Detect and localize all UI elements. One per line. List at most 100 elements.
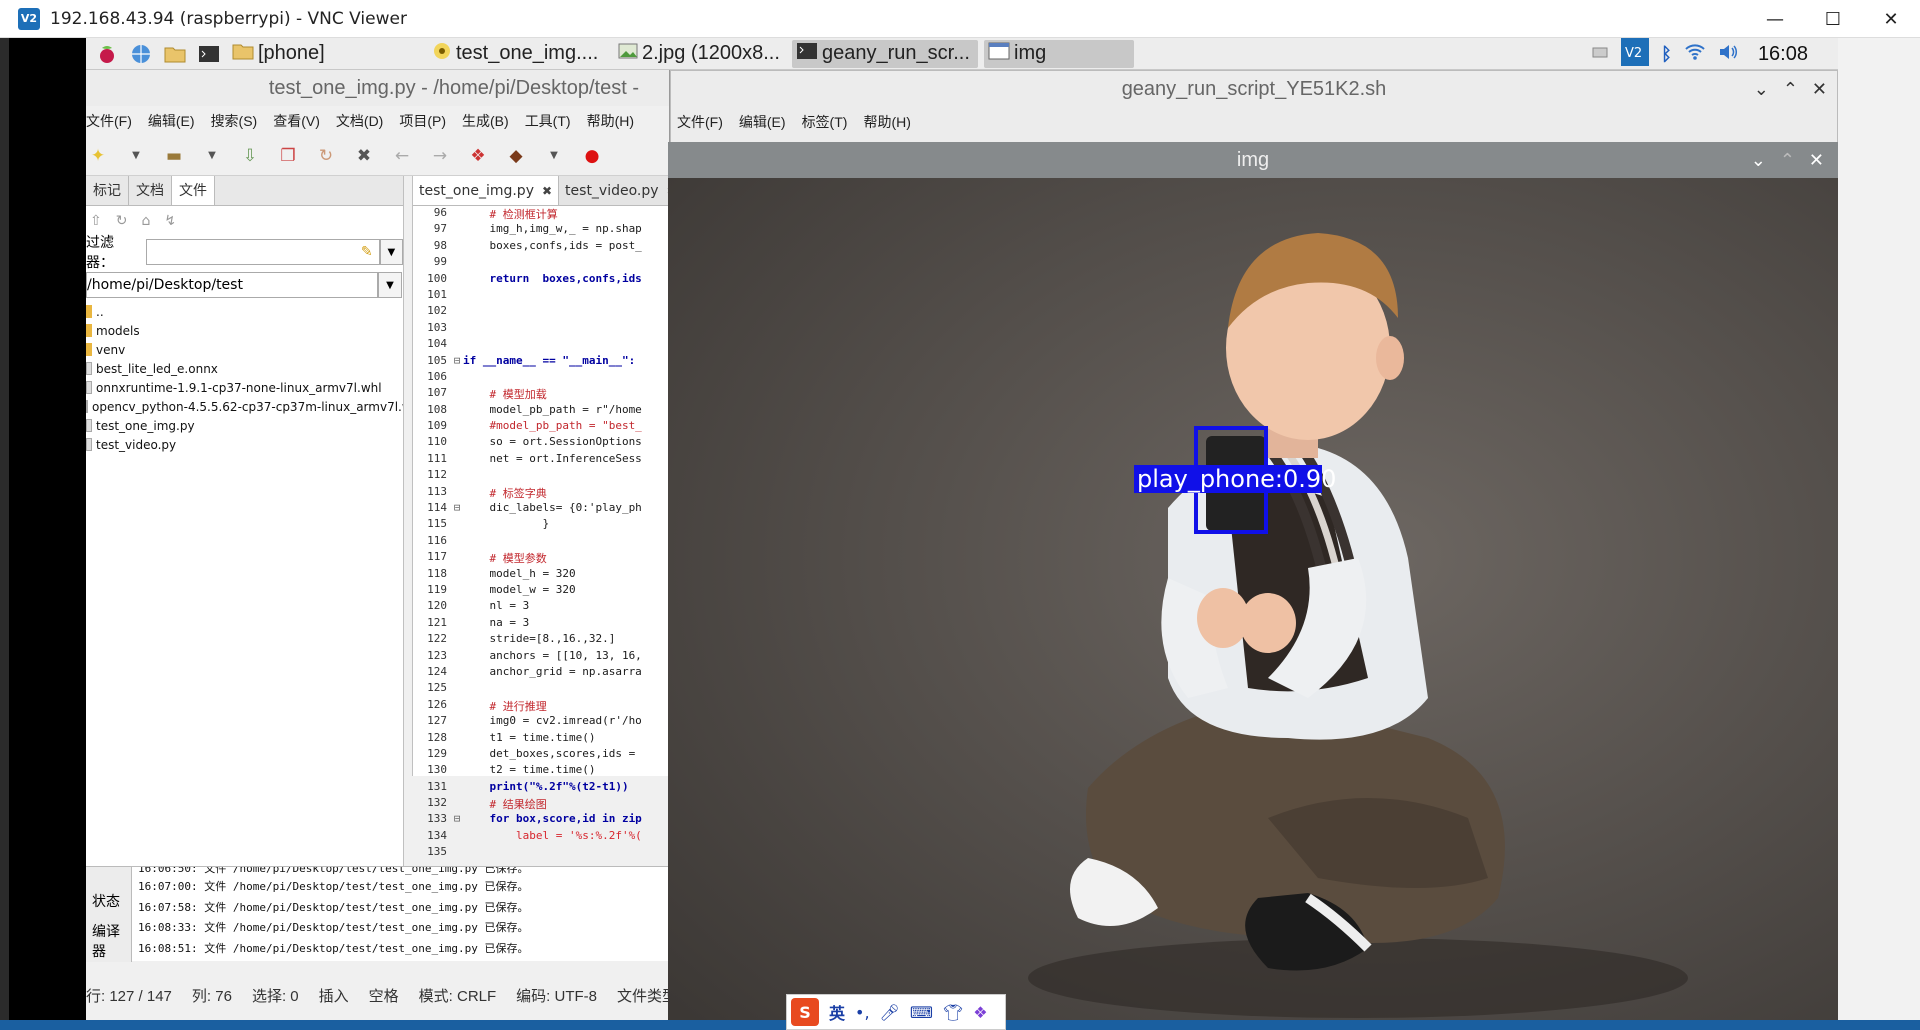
code-line[interactable]: 125	[413, 681, 670, 697]
vnc-server-icon[interactable]: V2	[1621, 37, 1650, 71]
tab-status[interactable]: 状态	[92, 891, 120, 911]
menu-help[interactable]: 帮助(H)	[863, 112, 910, 132]
terminal-launch-icon[interactable]	[196, 42, 222, 66]
maximize-button[interactable]: ☐	[1804, 0, 1862, 38]
close-icon[interactable]: ✖	[542, 176, 552, 205]
list-item[interactable]: models	[86, 321, 403, 340]
save-all-icon[interactable]: ❐	[276, 144, 300, 168]
tab-compiler[interactable]: 编译器	[92, 921, 131, 961]
dropdown-arrow-icon[interactable]: ▼	[124, 144, 148, 168]
code-line[interactable]: 133 ⊟ for box,score,id in zip	[413, 812, 670, 828]
clear-icon[interactable]: ✎	[361, 244, 373, 260]
taskbar-task-phone[interactable]: [phone]	[228, 40, 368, 68]
list-item[interactable]: test_one_img.py	[86, 416, 403, 435]
code-line[interactable]: 123 anchors = [[10, 13, 16,	[413, 649, 670, 665]
wifi-icon[interactable]	[1684, 43, 1706, 66]
clock[interactable]: 16:08	[1758, 43, 1808, 66]
code-line[interactable]: 114 ⊟ dic_labels= {0:'play_ph	[413, 501, 670, 517]
filter-input[interactable]: ✎	[146, 239, 380, 265]
tab-documents[interactable]: 文档	[129, 176, 172, 205]
file-manager-icon[interactable]	[162, 42, 188, 66]
up-icon[interactable]: ⇧	[90, 213, 102, 229]
compile-icon[interactable]: ❖	[466, 144, 490, 168]
code-line[interactable]: 131 print("%.2f"%(t2-t1))	[413, 780, 670, 796]
chevron-down-icon[interactable]: ⌄	[1754, 79, 1769, 100]
code-line[interactable]: 119 model_w = 320	[413, 583, 670, 599]
chevron-up-icon[interactable]: ⌃	[1780, 142, 1795, 178]
cpu-monitor-icon[interactable]	[1591, 43, 1609, 66]
code-line[interactable]: 97 img_h,img_w,_ = np.shap	[413, 222, 670, 238]
dropdown-arrow-icon[interactable]: ▼	[542, 144, 566, 168]
code-line[interactable]: 107 # 模型加载	[413, 386, 670, 402]
close-icon[interactable]: ✕	[1809, 142, 1824, 178]
ime-language-toggle[interactable]: 英	[829, 1000, 845, 1024]
code-line[interactable]: 102	[413, 304, 670, 320]
follow-path-icon[interactable]: ↯	[164, 213, 176, 229]
bluetooth-icon[interactable]: ᛒ	[1661, 44, 1672, 65]
close-button[interactable]: ✕	[1862, 0, 1920, 38]
code-line[interactable]: 110 so = ort.SessionOptions	[413, 435, 670, 451]
code-line[interactable]: 104	[413, 337, 670, 353]
close-icon[interactable]: ✕	[1812, 79, 1827, 100]
code-line[interactable]: 132 # 结果绘图	[413, 796, 670, 812]
minimize-button[interactable]: —	[1746, 0, 1804, 38]
fold-marker[interactable]: ⊟	[451, 812, 463, 828]
taskbar-task-geany[interactable]: test_one_img....	[428, 40, 608, 68]
code-line[interactable]: 121 na = 3	[413, 616, 670, 632]
chevron-down-icon[interactable]: ▼	[378, 272, 402, 298]
fold-marker[interactable]: ⊟	[451, 354, 463, 370]
code-line[interactable]: 118 model_h = 320	[413, 567, 670, 583]
save-icon[interactable]: ⇩	[238, 144, 262, 168]
keyboard-icon[interactable]: ⌨	[910, 1003, 933, 1022]
code-line[interactable]: 103	[413, 321, 670, 337]
code-line[interactable]: 130 t2 = time.time()	[413, 763, 670, 779]
code-line[interactable]: 96 # 检测框计算	[413, 206, 670, 222]
volume-icon[interactable]	[1718, 43, 1740, 66]
code-line[interactable]: 113 # 标签字典	[413, 485, 670, 501]
list-item[interactable]: ..	[86, 302, 403, 321]
menu-edit[interactable]: 编辑(E)	[148, 111, 195, 131]
list-item[interactable]: onnxruntime-1.9.1-cp37-none-linux_armv7l…	[86, 378, 403, 397]
list-item[interactable]: opencv_python-4.5.5.62-cp37-cp37m-linux_…	[86, 397, 403, 416]
list-item[interactable]: test_video.py	[86, 435, 403, 454]
code-line[interactable]: 105 ⊟ if __name__ == "__main__":	[413, 354, 670, 370]
home-icon[interactable]: ⌂	[141, 213, 150, 229]
dropdown-arrow-icon[interactable]: ▼	[200, 144, 224, 168]
code-line[interactable]: 98 boxes,confs,ids = post_	[413, 239, 670, 255]
code-line[interactable]: 115 }	[413, 517, 670, 533]
sogou-logo-icon[interactable]: S	[791, 998, 819, 1026]
chevron-down-icon[interactable]: ⌄	[1751, 142, 1766, 178]
chevron-down-icon[interactable]: ▼	[379, 239, 403, 265]
code-line[interactable]: 134 label = '%s:%.2f'%(	[413, 829, 670, 845]
menu-project[interactable]: 项目(P)	[399, 111, 446, 131]
refresh-icon[interactable]: ↻	[116, 213, 128, 229]
code-line[interactable]: 129 det_boxes,scores,ids =	[413, 747, 670, 763]
code-line[interactable]: 99	[413, 255, 670, 271]
tab-test-video[interactable]: test_video.py ✖	[559, 176, 670, 205]
fold-marker[interactable]: ⊟	[451, 501, 463, 517]
toolbox-icon[interactable]: ❖	[973, 1003, 987, 1022]
raspberry-menu-icon[interactable]	[94, 42, 120, 66]
menu-document[interactable]: 文档(D)	[336, 111, 383, 131]
open-file-icon[interactable]: ▬	[162, 144, 186, 168]
list-item[interactable]: venv	[86, 340, 403, 359]
code-line[interactable]: 101	[413, 288, 670, 304]
menu-search[interactable]: 搜索(S)	[211, 111, 258, 131]
new-file-icon[interactable]: ✦	[86, 144, 110, 168]
run-stop-icon[interactable]: ●	[580, 144, 604, 168]
close-file-icon[interactable]: ✖	[352, 144, 376, 168]
taskbar-task-image-viewer[interactable]: 2.jpg (1200x8...	[614, 40, 786, 68]
code-line[interactable]: 116	[413, 534, 670, 550]
reload-icon[interactable]: ↻	[314, 144, 338, 168]
menu-build[interactable]: 生成(B)	[462, 111, 509, 131]
code-line[interactable]: 122 stride=[8.,16.,32.]	[413, 632, 670, 648]
tab-files[interactable]: 文件	[172, 176, 215, 205]
menu-file[interactable]: 文件(F)	[86, 111, 132, 131]
web-browser-icon[interactable]	[128, 42, 154, 66]
code-line[interactable]: 126 # 进行推理	[413, 698, 670, 714]
menu-help[interactable]: 帮助(H)	[587, 111, 634, 131]
code-area[interactable]: 96 # 检测框计算 97 img_h,img_w,_ = np.shap 98 b…	[413, 206, 670, 862]
code-line[interactable]: 108 model_pb_path = r"/home	[413, 403, 670, 419]
forward-icon[interactable]: →	[428, 144, 452, 168]
tab-test-one-img[interactable]: test_one_img.py ✖	[413, 176, 560, 205]
